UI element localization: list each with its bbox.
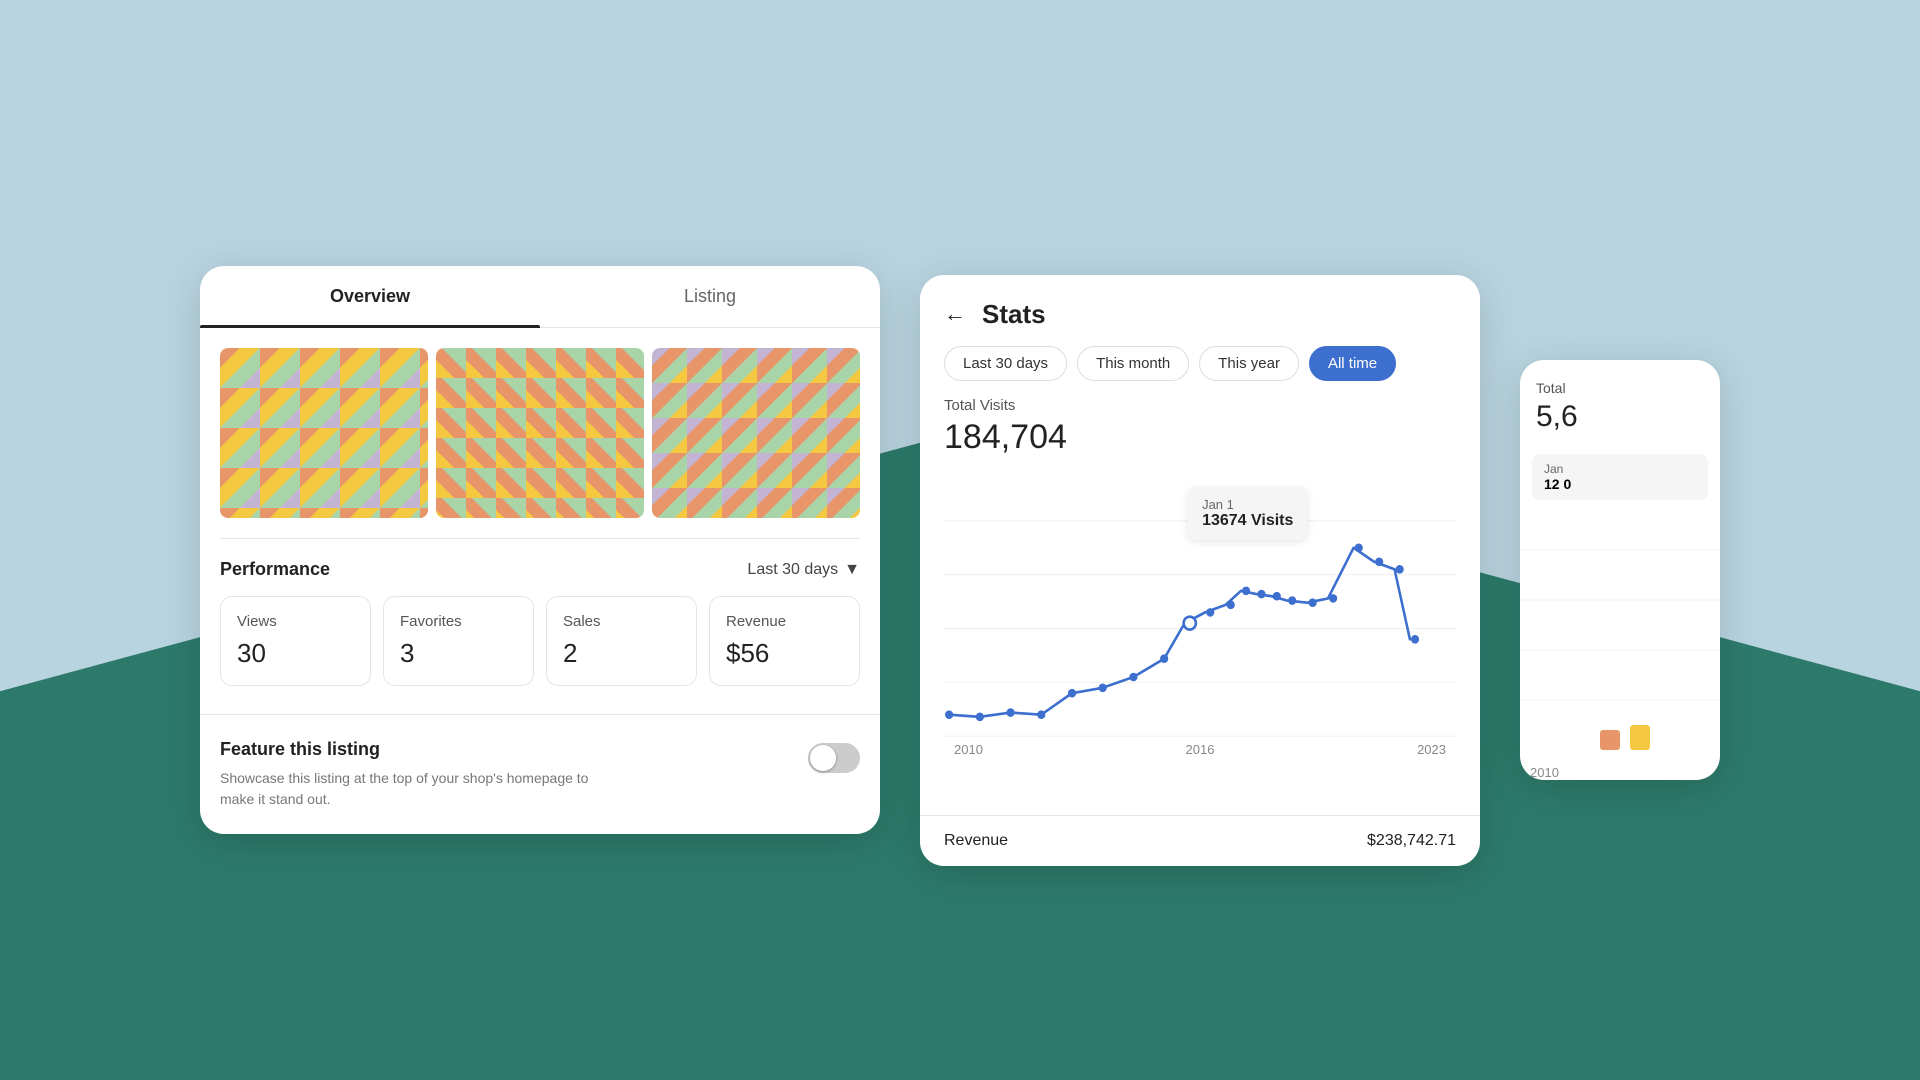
stats-content: Total Visits 184,704 Jan 1 13674 Visits: [920, 397, 1480, 807]
product-images-row: [200, 328, 880, 538]
partial-tooltip-value: 12 0: [1544, 476, 1696, 492]
total-visits-value: 184,704: [944, 418, 1436, 457]
favorites-value: 3: [400, 638, 517, 669]
cards-container: Overview Listing Performance Last 30 day…: [0, 0, 1920, 1080]
partial-content: Total 5,6: [1520, 360, 1720, 454]
performance-section: Performance Last 30 days ▼ Views 30 Favo…: [200, 539, 880, 706]
product-image-2[interactable]: [436, 348, 644, 518]
chart-area: Jan 1 13674 Visits: [944, 467, 1456, 807]
feature-text: Feature this listing Showcase this listi…: [220, 739, 600, 810]
revenue-value: $56: [726, 638, 843, 669]
feature-description: Showcase this listing at the top of your…: [220, 768, 600, 810]
metric-favorites: Favorites 3: [383, 596, 534, 686]
right-card: ← Stats Last 30 days This month This yea…: [920, 275, 1480, 866]
partial-chart-area: 2010: [1520, 500, 1720, 780]
stats-title: Stats: [982, 299, 1046, 330]
tab-overview[interactable]: Overview: [200, 266, 540, 327]
partial-metric-label: Total: [1536, 380, 1704, 396]
feature-section: Feature this listing Showcase this listi…: [200, 714, 880, 834]
metrics-grid: Views 30 Favorites 3 Sales 2 Revenue $56: [220, 596, 860, 686]
left-card: Overview Listing Performance Last 30 day…: [200, 266, 880, 834]
filter-thisyear[interactable]: This year: [1199, 346, 1299, 381]
partial-card: Total 5,6 Jan 12 0 2010: [1520, 360, 1720, 780]
partial-metric-value: 5,6: [1536, 400, 1704, 434]
period-selector[interactable]: Last 30 days ▼: [747, 561, 860, 579]
partial-chart-svg: [1520, 500, 1720, 760]
tab-bar: Overview Listing: [200, 266, 880, 328]
feature-toggle[interactable]: [808, 743, 860, 773]
metric-revenue: Revenue $56: [709, 596, 860, 686]
chart-tooltip: Jan 1 13674 Visits: [1188, 487, 1307, 540]
total-visits-label: Total Visits: [944, 397, 1436, 414]
filter-alltime[interactable]: All time: [1309, 346, 1396, 381]
stats-metrics-row: Total Visits 184,704: [944, 397, 1456, 457]
partial-tooltip: Jan 12 0: [1532, 454, 1708, 500]
sales-label: Sales: [563, 613, 680, 630]
stats-header: ← Stats: [920, 275, 1480, 346]
revenue-footer-label: Revenue: [944, 832, 1008, 850]
filter-thismonth[interactable]: This month: [1077, 346, 1189, 381]
revenue-footer-value: $238,742.71: [1367, 832, 1456, 850]
back-button[interactable]: ←: [944, 301, 966, 327]
total-visits-metric: Total Visits 184,704: [944, 397, 1456, 457]
performance-title: Performance: [220, 559, 330, 580]
sales-value: 2: [563, 638, 680, 669]
partial-tooltip-date: Jan: [1544, 462, 1696, 476]
tooltip-value: 13674 Visits: [1202, 512, 1293, 530]
filter-tabs: Last 30 days This month This year All ti…: [920, 346, 1480, 397]
favorites-label: Favorites: [400, 613, 517, 630]
feature-title: Feature this listing: [220, 739, 600, 760]
views-label: Views: [237, 613, 354, 630]
tooltip-date: Jan 1: [1202, 497, 1293, 512]
views-value: 30: [237, 638, 354, 669]
revenue-footer: Revenue $238,742.71: [920, 815, 1480, 866]
performance-header: Performance Last 30 days ▼: [220, 559, 860, 580]
metric-sales: Sales 2: [546, 596, 697, 686]
product-image-3[interactable]: [652, 348, 860, 518]
tab-listing[interactable]: Listing: [540, 266, 880, 327]
revenue-label: Revenue: [726, 613, 843, 630]
product-image-1[interactable]: [220, 348, 428, 518]
metric-views: Views 30: [220, 596, 371, 686]
chevron-down-icon: ▼: [844, 561, 860, 579]
filter-last30[interactable]: Last 30 days: [944, 346, 1067, 381]
partial-x-label: 2010: [1520, 765, 1720, 780]
